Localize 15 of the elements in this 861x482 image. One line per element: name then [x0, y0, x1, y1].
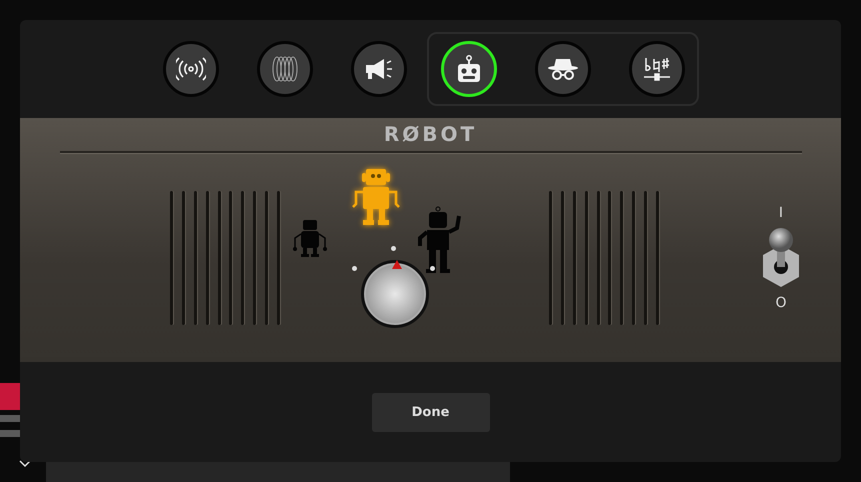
pitch-icon	[642, 56, 672, 82]
robot-icon	[456, 55, 482, 83]
side-stripe	[0, 415, 22, 422]
signal-waves-icon	[176, 57, 206, 81]
megaphone-icon	[364, 57, 394, 81]
done-button[interactable]: Done	[372, 392, 490, 432]
panel-title: RØBOT	[384, 122, 478, 148]
chevron-down-icon[interactable]	[19, 460, 31, 468]
switch-on-label: I	[778, 205, 784, 221]
waving-robot-icon	[416, 206, 464, 274]
mesh-icon	[270, 54, 300, 84]
switch-off-label: O	[775, 295, 787, 311]
side-stripe	[0, 430, 22, 437]
spy-icon	[546, 57, 578, 81]
small-robot-icon	[292, 218, 328, 258]
